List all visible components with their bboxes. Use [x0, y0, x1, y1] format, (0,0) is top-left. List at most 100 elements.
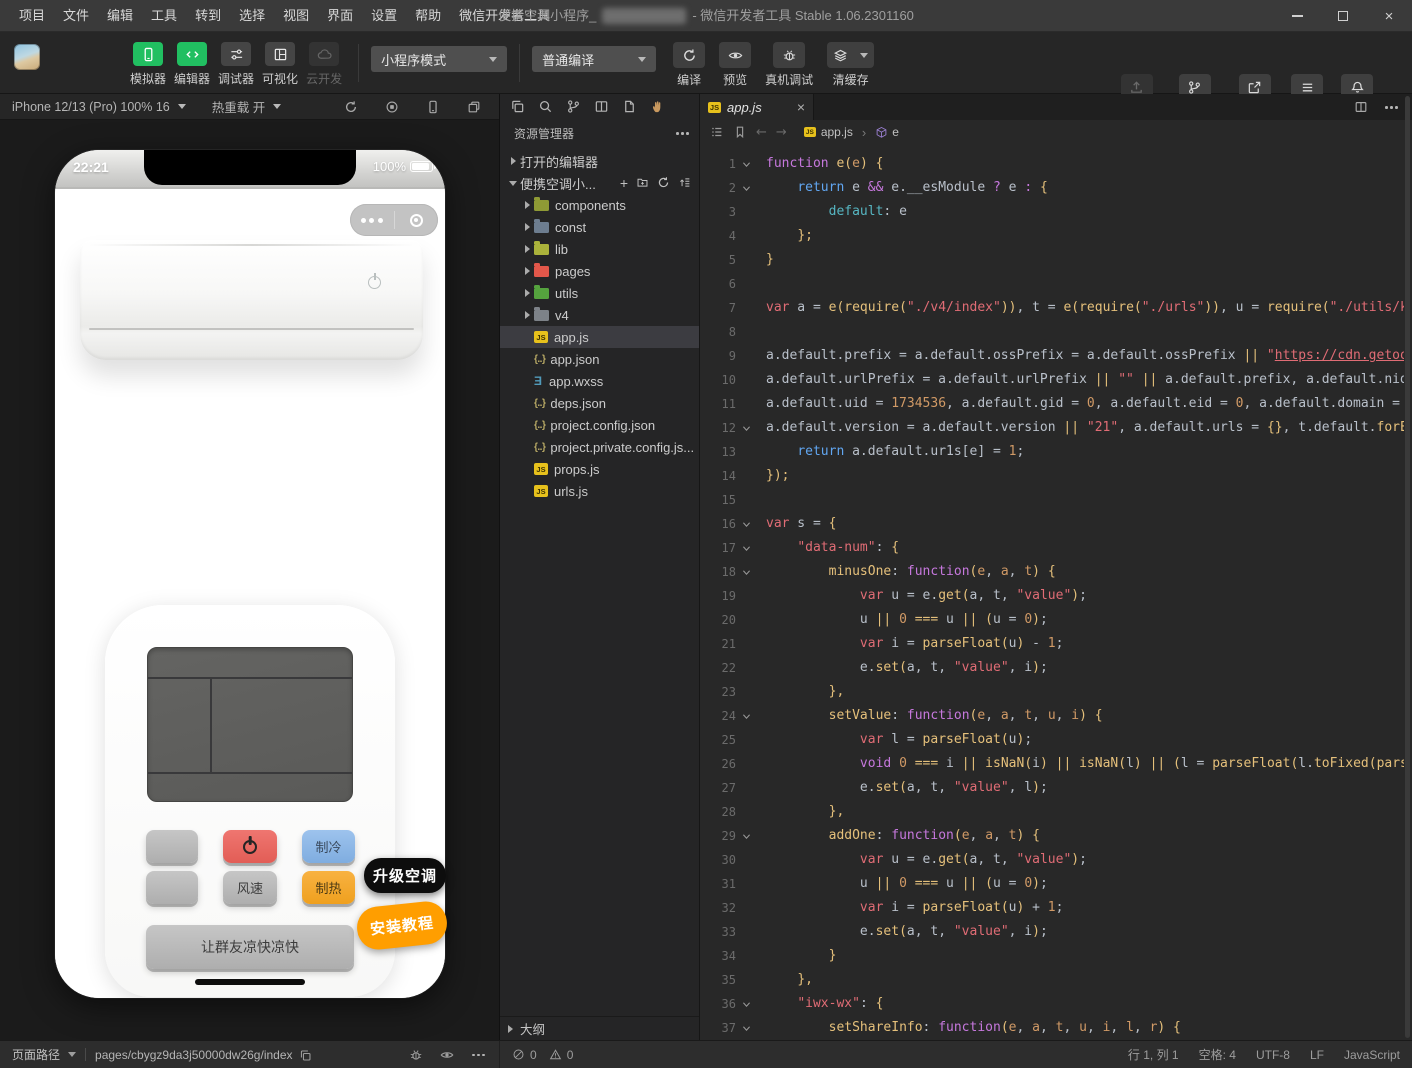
menu-item-1[interactable]: 文件	[54, 0, 98, 32]
tree-file-deps.json[interactable]: {..}deps.json	[500, 392, 699, 414]
more-icon[interactable]	[350, 218, 394, 223]
mode-select[interactable]: 小程序模式	[371, 46, 507, 72]
stop-icon[interactable]	[385, 100, 399, 114]
menu-item-3[interactable]: 工具	[142, 0, 186, 32]
tree-file-app.wxss[interactable]: Ǝapp.wxss	[500, 370, 699, 392]
more-actions-icon[interactable]	[675, 126, 689, 140]
close-button[interactable]: ×	[1366, 0, 1412, 32]
maximize-button[interactable]	[1320, 0, 1366, 32]
cursor-position[interactable]: 行 1, 列 1	[1128, 1046, 1179, 1063]
fold-chevron-icon[interactable]	[741, 423, 752, 434]
rotate-device-icon[interactable]	[344, 100, 358, 114]
action-eye-button[interactable]: 预览	[719, 42, 751, 88]
close-tab-icon[interactable]: ×	[797, 99, 805, 115]
mini-program-menu-capsule[interactable]	[350, 204, 438, 236]
heat-button[interactable]: 制热	[302, 871, 355, 904]
device-frame-icon[interactable]	[426, 100, 440, 114]
fold-chevron-icon[interactable]	[741, 567, 752, 578]
tree-folder-pages[interactable]: pages	[500, 260, 699, 282]
toolbar-layout-button[interactable]: 可视化	[262, 42, 298, 87]
copy-path-button[interactable]	[299, 1047, 312, 1061]
remote-blank-button-1[interactable]	[146, 830, 198, 863]
detach-window-icon[interactable]	[467, 100, 481, 114]
tree-file-app.js[interactable]: JSapp.js	[500, 326, 699, 348]
tree-folder-components[interactable]: components	[500, 194, 699, 216]
search-icon[interactable]	[538, 99, 553, 114]
problems-indicator[interactable]: 0 0	[500, 1048, 580, 1062]
source-control-icon[interactable]	[566, 99, 581, 114]
file-icon[interactable]	[622, 99, 637, 114]
page-path-select[interactable]: 页面路径	[12, 1046, 76, 1063]
code-editor[interactable]: 1 function e(e) { 2 return e && e.__esMo…	[700, 144, 1404, 1040]
menu-item-6[interactable]: 视图	[274, 0, 318, 32]
remote-blank-button-2[interactable]	[146, 871, 198, 904]
bookmark-icon[interactable]	[733, 125, 747, 139]
device-select[interactable]: iPhone 12/13 (Pro) 100% 16	[12, 100, 186, 114]
fold-chevron-icon[interactable]	[741, 519, 752, 530]
menu-item-2[interactable]: 编辑	[98, 0, 142, 32]
editor-scrollbar[interactable]	[1405, 96, 1410, 1038]
language-mode[interactable]: JavaScript	[1344, 1048, 1400, 1062]
toolbar-code-button[interactable]: 编辑器	[174, 42, 210, 87]
hot-reload-toggle[interactable]: 热重载 开	[212, 97, 281, 116]
fold-chevron-icon[interactable]	[741, 543, 752, 554]
more-icon[interactable]	[471, 1048, 485, 1062]
tree-file-props.js[interactable]: JSprops.js	[500, 458, 699, 480]
fold-chevron-icon[interactable]	[741, 831, 752, 842]
toolbar-debug-button[interactable]: 调试器	[218, 42, 254, 87]
breadcrumb-file[interactable]: JS app.js	[804, 125, 853, 139]
compile-mode-select[interactable]: 普通编译	[532, 46, 656, 72]
menu-item-4[interactable]: 转到	[186, 0, 230, 32]
fold-chevron-icon[interactable]	[741, 1023, 752, 1034]
tab-appjs[interactable]: JS app.js ×	[700, 94, 814, 120]
tree-folder-const[interactable]: const	[500, 216, 699, 238]
debug-icon[interactable]	[409, 1048, 423, 1062]
menu-item-9[interactable]: 帮助	[406, 0, 450, 32]
cool-button[interactable]: 制冷	[302, 830, 355, 863]
hand-tool-icon[interactable]	[650, 99, 665, 114]
minimize-button[interactable]	[1274, 0, 1320, 32]
power-button[interactable]	[223, 830, 277, 863]
preview-icon[interactable]	[440, 1048, 454, 1062]
tree-file-app.json[interactable]: {..}app.json	[500, 348, 699, 370]
exit-icon[interactable]	[395, 214, 439, 227]
fold-chevron-icon[interactable]	[741, 183, 752, 194]
tree-file-urls.js[interactable]: JSurls.js	[500, 480, 699, 502]
breadcrumb-symbol[interactable]: e	[875, 125, 899, 139]
outline-section[interactable]: 大纲	[500, 1016, 699, 1040]
tree-file-project.private.config.js...[interactable]: {..}project.private.config.js...	[500, 436, 699, 458]
action-layers-button[interactable]: 清缓存	[827, 42, 874, 88]
menu-item-8[interactable]: 设置	[362, 0, 406, 32]
split-editor-icon[interactable]	[1354, 100, 1368, 114]
files-icon[interactable]	[510, 99, 525, 114]
fold-chevron-icon[interactable]	[741, 999, 752, 1010]
section-open-editors[interactable]: 打开的编辑器	[500, 150, 699, 172]
toolbar-phone-button[interactable]: 模拟器	[130, 42, 166, 87]
tree-folder-v4[interactable]: v4	[500, 304, 699, 326]
upgrade-ac-badge[interactable]: 升级空调	[364, 858, 446, 893]
encoding[interactable]: UTF-8	[1256, 1048, 1290, 1062]
tree-folder-utils[interactable]: utils	[500, 282, 699, 304]
fan-speed-button[interactable]: 风速	[223, 871, 277, 904]
menu-item-7[interactable]: 界面	[318, 0, 362, 32]
toolbar-cloud-button[interactable]: 云开发	[306, 42, 342, 87]
tree-folder-lib[interactable]: lib	[500, 238, 699, 260]
outline-list-icon[interactable]	[710, 125, 724, 139]
action-refresh-button[interactable]: 编译	[673, 42, 705, 88]
menu-item-5[interactable]: 选择	[230, 0, 274, 32]
split-view-icon[interactable]	[594, 99, 609, 114]
fold-chevron-icon[interactable]	[741, 711, 752, 722]
section-project[interactable]: 便携空调小... +	[500, 172, 699, 194]
new-file-icon[interactable]: +	[620, 176, 628, 190]
menu-item-0[interactable]: 项目	[10, 0, 54, 32]
share-button[interactable]: 让群友凉快凉快	[146, 925, 354, 969]
navigate-forward-icon[interactable]: →	[776, 125, 787, 140]
editor-more-icon[interactable]	[1384, 100, 1398, 114]
fold-chevron-icon[interactable]	[741, 159, 752, 170]
indent-setting[interactable]: 空格: 4	[1199, 1046, 1236, 1063]
action-bug-button[interactable]: 真机调试	[765, 42, 813, 88]
tree-file-project.config.json[interactable]: {..}project.config.json	[500, 414, 699, 436]
eol-setting[interactable]: LF	[1310, 1048, 1324, 1062]
navigate-back-icon[interactable]: ←	[756, 125, 767, 140]
avatar[interactable]	[14, 44, 40, 70]
